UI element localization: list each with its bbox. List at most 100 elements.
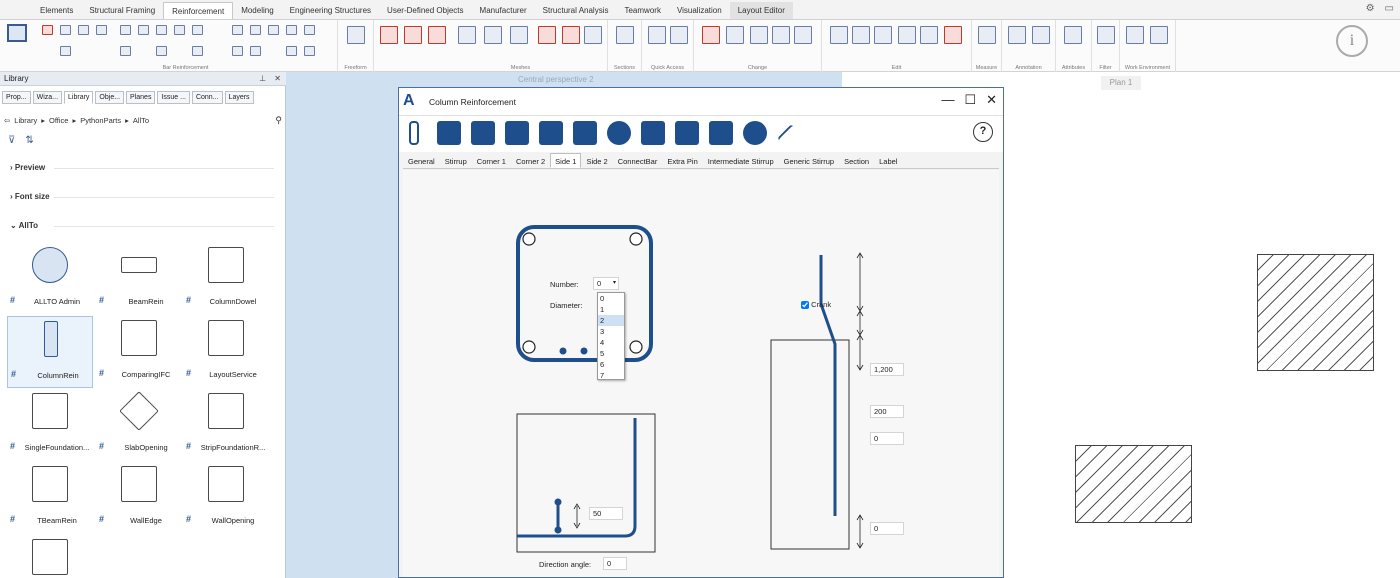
bar-mirror-icon[interactable] (174, 25, 185, 35)
tab-general[interactable]: General (403, 153, 440, 168)
mesh-bend-icon[interactable] (510, 26, 528, 44)
dropdown-option[interactable]: 3 (598, 326, 624, 337)
filter-icon[interactable] (1097, 26, 1115, 44)
confirm-icon[interactable] (607, 121, 631, 145)
tab-extra-pin[interactable]: Extra Pin (662, 153, 702, 168)
library-item-slabopening[interactable]: # SlabOpening (96, 389, 182, 461)
library-item-layoutservice[interactable]: # LayoutService (183, 316, 269, 388)
library-item-singlefoundation[interactable]: # SingleFoundation... (7, 389, 93, 461)
end-offset-field[interactable]: 0 (870, 522, 904, 535)
polyline-icon[interactable] (772, 26, 790, 44)
hatch-icon[interactable] (670, 26, 688, 44)
line-icon[interactable] (648, 26, 666, 44)
crank-checkbox-input[interactable] (801, 301, 809, 310)
pin-icon[interactable]: ⊥ (259, 74, 266, 83)
ribbon-tab-structural-framing[interactable]: Structural Framing (81, 2, 163, 19)
freeform-stirrup-icon[interactable] (404, 26, 422, 44)
section-font-size[interactable]: › Font size (10, 192, 274, 201)
library-item-stripfoundation[interactable]: # StripFoundationR... (183, 389, 269, 461)
library-item-partial[interactable] (7, 535, 93, 575)
bar-label-icon[interactable] (120, 46, 131, 56)
measure-icon[interactable] (978, 26, 996, 44)
freeform-bar-icon[interactable] (380, 26, 398, 44)
bar-point-icon[interactable] (268, 25, 279, 35)
bar-move-icon[interactable] (192, 25, 203, 35)
breadcrumb-item[interactable]: AllTo (133, 116, 149, 125)
ribbon-tab-elements[interactable]: Elements (32, 2, 81, 19)
freeform-icon[interactable] (347, 26, 365, 44)
cube-icon[interactable] (437, 121, 461, 145)
edge-distance-field[interactable]: 50 (589, 507, 623, 520)
dropdown-option[interactable]: 7 (598, 370, 624, 381)
annotation-icon[interactable] (1032, 26, 1050, 44)
ribbon-tab-manufacturer[interactable]: Manufacturer (472, 2, 535, 19)
save-icon[interactable] (641, 121, 665, 145)
mesh-place-icon[interactable] (458, 26, 476, 44)
copy-cube-icon[interactable] (471, 121, 495, 145)
ribbon-tab-reinforcement[interactable]: Reinforcement (163, 2, 234, 19)
dropdown-option[interactable]: 5 (598, 348, 624, 359)
tab-corner-2[interactable]: Corner 2 (511, 153, 550, 168)
bar-place-icon[interactable] (60, 25, 71, 35)
tab-corner-1[interactable]: Corner 1 (472, 153, 511, 168)
breadcrumb-item[interactable]: Library (14, 116, 37, 125)
number-select[interactable]: 0 ▾ (593, 277, 619, 290)
crank-offset-field[interactable]: 200 (870, 405, 904, 418)
section-preview[interactable]: › Preview (10, 163, 274, 172)
bar-bend-icon[interactable] (60, 46, 71, 56)
crank-start-field[interactable]: 0 (870, 432, 904, 445)
ribbon-tab-modeling[interactable]: Modeling (233, 2, 281, 19)
minimize-icon[interactable]: — (941, 92, 954, 108)
filter-icon[interactable]: ⊽ (8, 135, 15, 146)
sort-icon[interactable]: ⇅ (25, 135, 33, 146)
modify-icon[interactable] (702, 26, 720, 44)
layout-icon[interactable] (1150, 26, 1168, 44)
bar-renumber-icon[interactable] (192, 46, 203, 56)
text-icon[interactable] (1008, 26, 1026, 44)
minimize-ribbon-icon[interactable]: ▭ (1385, 3, 1394, 14)
dropdown-option[interactable]: 0 (598, 293, 624, 304)
bar-link-icon[interactable] (304, 46, 315, 56)
add-document-icon[interactable] (573, 121, 597, 145)
library-tab-planes[interactable]: Planes (126, 91, 156, 104)
stretch-icon[interactable] (920, 26, 938, 44)
library-item-walledge[interactable]: # WallEdge (96, 462, 182, 534)
library-tab-library[interactable]: Library (64, 91, 94, 104)
bar-extend-icon[interactable] (304, 25, 315, 35)
ribbon-tab-teamwork[interactable]: Teamwork (616, 2, 668, 19)
close-icon[interactable]: ✕ (274, 74, 281, 83)
crank-checkbox[interactable]: Crank (801, 300, 831, 310)
key-icon[interactable] (777, 124, 797, 144)
bar-check-icon[interactable] (250, 25, 261, 35)
help-button[interactable]: ? (973, 122, 993, 142)
ribbon-tab-engineering-structures[interactable]: Engineering Structures (282, 2, 379, 19)
close-icon[interactable]: ✕ (986, 92, 997, 108)
library-item-columndowel[interactable]: # ColumnDowel (183, 243, 269, 315)
tangent-icon[interactable] (726, 26, 744, 44)
bar-rotate-icon[interactable] (286, 25, 297, 35)
section-view-icon[interactable] (584, 26, 602, 44)
bar-shape-icon[interactable] (42, 25, 53, 35)
tab-section[interactable]: Section (839, 153, 874, 168)
dropdown-option[interactable]: 1 (598, 304, 624, 315)
tab-label[interactable]: Label (874, 153, 902, 168)
bar-modify-icon[interactable] (232, 25, 243, 35)
bar-span-icon[interactable] (78, 25, 89, 35)
breadcrumb-item[interactable]: PythonParts (80, 116, 121, 125)
offset-icon[interactable] (794, 26, 812, 44)
library-item-columnrein[interactable]: # ColumnRein (7, 316, 93, 388)
tab-side-1[interactable]: Side 1 (550, 153, 582, 168)
sections-icon[interactable] (616, 26, 634, 44)
bar-split-icon[interactable] (156, 46, 167, 56)
plan-tag[interactable]: Plan 1 (1101, 76, 1141, 90)
maximize-icon[interactable]: ☐ (964, 92, 976, 108)
snap-icon[interactable] (1126, 26, 1144, 44)
dropdown-option[interactable]: 4 (598, 337, 624, 348)
info-icon[interactable]: i (1336, 25, 1368, 57)
text-cube-icon[interactable] (539, 121, 563, 145)
ribbon-tab-user-defined-objects[interactable]: User-Defined Objects (379, 2, 471, 19)
bar-group-icon[interactable] (250, 46, 261, 56)
copy-icon[interactable] (830, 26, 848, 44)
bar-stirrup-icon[interactable] (120, 25, 131, 35)
library-tab-layers[interactable]: Layers (224, 91, 254, 104)
